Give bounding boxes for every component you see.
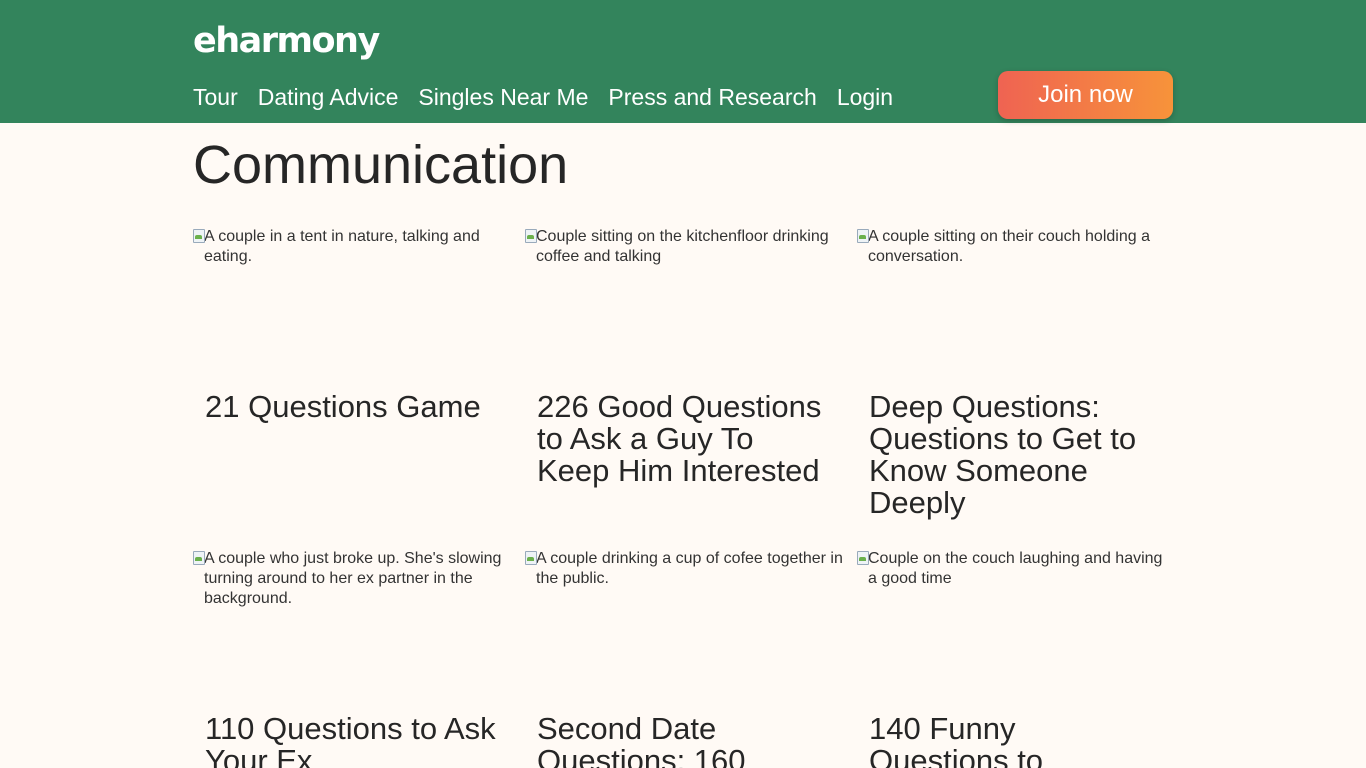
broken-image-icon (857, 551, 869, 565)
page-title: Communication (193, 135, 569, 195)
image-alt-text: A couple drinking a cup of cofee togethe… (536, 550, 843, 587)
article-card[interactable]: A couple drinking a cup of cofee togethe… (525, 549, 843, 768)
nav-singles-near-me[interactable]: Singles Near Me (418, 82, 588, 112)
broken-image-icon (193, 229, 205, 243)
article-card[interactable]: A couple in a tent in nature, talking an… (193, 227, 511, 423)
article-card[interactable]: A couple who just broke up. She's slowin… (193, 549, 511, 768)
article-title[interactable]: Deep Questions: Questions to Get to Know… (857, 391, 1175, 519)
article-image[interactable]: Couple on the couch laughing and having … (857, 549, 1175, 709)
main-nav: Tour Dating Advice Singles Near Me Press… (193, 82, 893, 112)
broken-image-icon (193, 551, 205, 565)
article-title[interactable]: 226 Good Questions to Ask a Guy To Keep … (525, 391, 843, 487)
article-title[interactable]: 140 Funny Questions to (857, 713, 1175, 768)
article-title[interactable]: 110 Questions to Ask Your Ex (193, 713, 511, 768)
article-card[interactable]: A couple sitting on their couch holding … (857, 227, 1175, 519)
article-image[interactable]: A couple who just broke up. She's slowin… (193, 549, 511, 709)
article-card[interactable]: Couple on the couch laughing and having … (857, 549, 1175, 768)
nav-press-and-research[interactable]: Press and Research (608, 82, 816, 112)
article-title[interactable]: Second Date Questions: 160 (525, 713, 843, 768)
article-image[interactable]: A couple drinking a cup of cofee togethe… (525, 549, 843, 709)
nav-tour[interactable]: Tour (193, 82, 238, 112)
eharmony-logo[interactable]: eharmony (193, 20, 380, 62)
image-alt-text: Couple on the couch laughing and having … (868, 550, 1163, 587)
join-now-button[interactable]: Join now (998, 71, 1173, 119)
broken-image-icon (525, 551, 537, 565)
image-alt-text: A couple in a tent in nature, talking an… (204, 228, 480, 265)
image-alt-text: A couple sitting on their couch holding … (868, 228, 1150, 265)
article-title[interactable]: 21 Questions Game (193, 391, 511, 423)
broken-image-icon (525, 229, 537, 243)
image-alt-text: A couple who just broke up. She's slowin… (204, 550, 502, 607)
article-image[interactable]: A couple in a tent in nature, talking an… (193, 227, 511, 387)
article-image[interactable]: Couple sitting on the kitchenfloor drink… (525, 227, 843, 387)
image-alt-text: Couple sitting on the kitchenfloor drink… (536, 228, 829, 265)
article-image[interactable]: A couple sitting on their couch holding … (857, 227, 1175, 387)
nav-login[interactable]: Login (837, 82, 893, 112)
article-card[interactable]: Couple sitting on the kitchenfloor drink… (525, 227, 843, 487)
nav-dating-advice[interactable]: Dating Advice (258, 82, 399, 112)
broken-image-icon (857, 229, 869, 243)
site-header: eharmony Tour Dating Advice Singles Near… (0, 0, 1366, 123)
